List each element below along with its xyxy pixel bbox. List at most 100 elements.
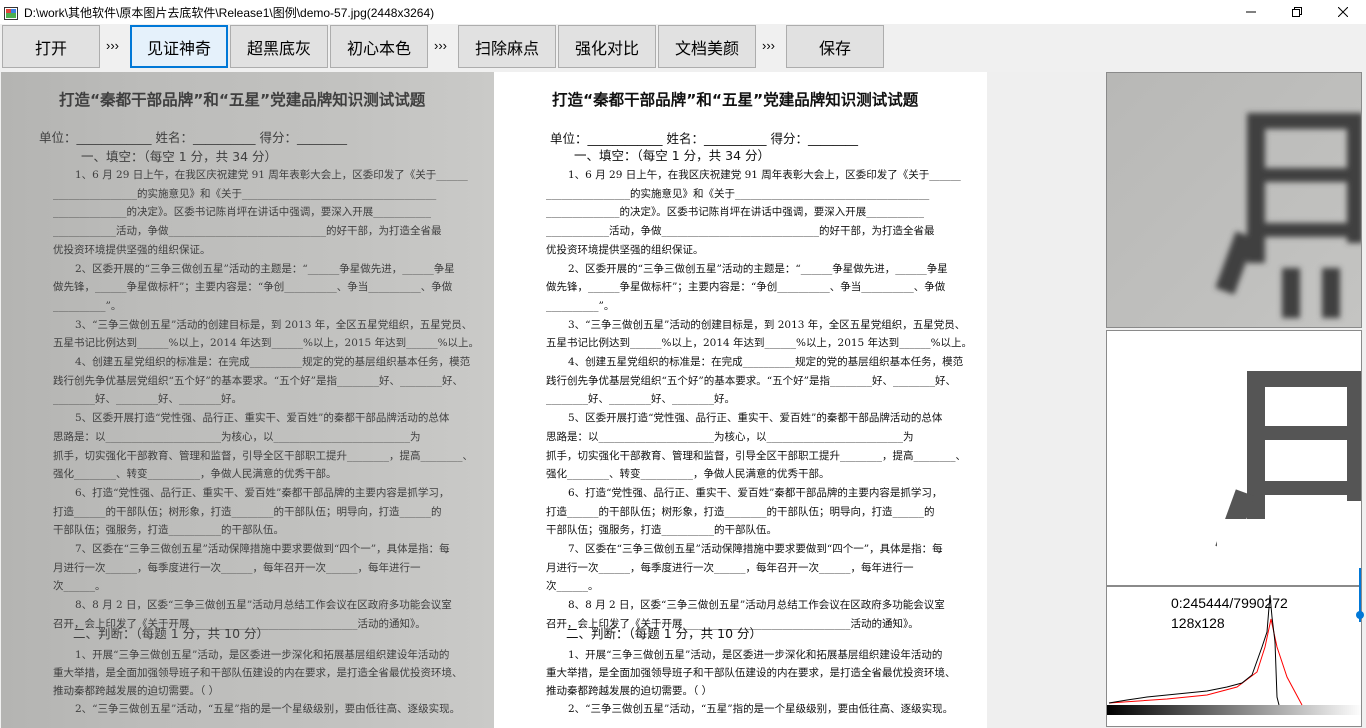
document-line: 2、“三争三做创五星”活动，“五星”指的是一个星级级别，要由低往高、逐级实现。: [75, 703, 461, 715]
document-line: 4、创建五星党组织的标准是：在完成__________规定的党的基层组织基本任务…: [568, 356, 964, 368]
section-title: 一、填空：（每空 1 分，共 34 分）: [574, 148, 771, 163]
toolbar-separator: ›››: [106, 38, 119, 53]
zoom-enhanced-image: [1107, 331, 1361, 585]
document-line: 推动秦都跨越发展的迫切需要。（ ）: [546, 685, 713, 697]
super-black-gray-button[interactable]: 超黑底灰: [230, 25, 328, 68]
document-line: 强化________、转变__________，争做人民满意的优秀干部。: [53, 468, 337, 481]
document-line: 2、区委开展的“三争三做创五星”活动的主题是：“______争星做先进，____…: [75, 262, 455, 275]
document-line: 2、“三争三做创五星”活动，“五星”指的是一个星级级别，要由低往高、逐级实现。: [568, 703, 954, 715]
document-line: 3、“三争三做创五星”活动的创建目标是，到 2013 年，全区五星党组织，五星党…: [568, 318, 966, 331]
original-color-button[interactable]: 初心本色: [330, 25, 428, 68]
zoom-original-panel: [1106, 72, 1362, 328]
document-line: ________________的实施意见》和《关于______________…: [546, 187, 930, 200]
document-line: 重大举措，是全面加强领导班子和干部队伍建设的内在要求，是打造全省最优投资环境、: [546, 667, 956, 679]
zoom-original-image: [1107, 73, 1361, 327]
witness-magic-button[interactable]: 见证神奇: [130, 25, 228, 68]
document-line: ________好、________好、________好。: [546, 393, 735, 406]
histogram-count-text: 0:245444/7990272: [1171, 595, 1288, 611]
remove-spots-button[interactable]: 扫除麻点: [458, 25, 556, 68]
document-line: 五星书记比例达到______%以上，2014 年达到______%以上，2015…: [546, 337, 973, 350]
document-line: 推动秦都跨越发展的迫切需要。（ ）: [53, 685, 220, 697]
document-line: 7、区委在“三争三做创五星”活动保障措施中要求要做到“四个一”，具体是指：每: [568, 543, 943, 555]
document-line: 重大举措，是全面加强领导班子和干部队伍建设的内在要求，是打造全省最优投资环境、: [53, 667, 463, 679]
document-line: 5、区委开展打造“党性强、品行正、重实干、爱百姓”的秦都干部品牌活动的总体: [568, 412, 943, 425]
document-line: 干部队伍；强服务，打造__________的干部队伍。: [53, 524, 284, 537]
gray-ramp: [1107, 705, 1361, 715]
document-beautify-button[interactable]: 文档美颜: [658, 25, 756, 68]
document-line: 次______。: [546, 580, 599, 593]
canvas-background: [987, 72, 1105, 728]
section-title: 二、判断：（每题 1 分，共 10 分）: [73, 626, 270, 641]
document-line: __________”。: [546, 299, 615, 312]
histogram-curve: [1108, 594, 1280, 706]
document-header: 单位：____________ 姓名：__________ 得分：_______…: [39, 130, 347, 145]
document-header: 单位：____________ 姓名：__________ 得分：_______…: [550, 131, 858, 146]
document-line: 优投资环境提供坚强的组织保证。: [53, 243, 211, 256]
save-button[interactable]: 保存: [786, 25, 884, 68]
document-line: 践行创先争优基层党组织“五个好”的基本要求。“五个好”是指________好、_…: [53, 374, 463, 387]
zoom-enhanced-panel: [1106, 330, 1362, 586]
close-icon: [1338, 7, 1348, 17]
toolbar: 打开 ››› 见证神奇 超黑底灰 初心本色 ››› 扫除麻点 强化对比 文档美颜…: [0, 24, 1366, 70]
document-line: 3、“三争三做创五星”活动的创建目标是，到 2013 年，全区五星党组织，五星党…: [75, 318, 473, 331]
document-line: ______________的决定》。区委书记陈肖坪在讲话中强调，要深入开展__…: [53, 206, 431, 219]
document-line: 月进行一次______，每季度进行一次______，每年召开一次______，每…: [546, 561, 914, 574]
minimize-icon: [1246, 11, 1256, 13]
toolbar-separator: ›››: [434, 38, 447, 53]
document-line: __________”。: [53, 299, 122, 312]
document-line: 践行创先争优基层党组织“五个好”的基本要求。“五个好”是指________好、_…: [546, 374, 956, 387]
enhanced-document-view[interactable]: 打造“秦都干部品牌”和“五星”党建品牌知识测试试题 单位：___________…: [494, 72, 987, 728]
section-title: 二、判断：（每题 1 分，共 10 分）: [566, 626, 763, 641]
document-line: ________好、________好、________好。: [53, 393, 242, 406]
document-line: 1、开展“三争三做创五星”活动，是区委进一步深化和拓展基层组织建设年活动的: [75, 649, 450, 661]
document-line: ____________活动，争做_______________________…: [53, 225, 442, 238]
document-line: 优投资环境提供坚强的组织保证。: [546, 243, 704, 256]
restore-icon: [1292, 7, 1302, 17]
window-title: D:\work\其他软件\原本图片去底软件\Release1\图例\demo-5…: [24, 6, 435, 20]
document-line: 干部队伍；强服务，打造__________的干部队伍。: [546, 524, 777, 537]
section-title: 一、填空：（每空 1 分，共 34 分）: [81, 149, 278, 164]
document-line: 打造______的干部队伍；树形象，打造________的干部队伍；明导向，打造…: [546, 505, 935, 518]
document-line: 5、区委开展打造“党性强、品行正、重实干、爱百姓”的秦都干部品牌活动的总体: [75, 412, 450, 425]
document-line: 次______。: [53, 580, 106, 593]
app-icon: [4, 5, 18, 20]
document-line: 8、8 月 2 日，区委“三争三做创五星”活动月总结工作会议在区政府多功能会议室: [568, 599, 945, 612]
document-line: 2、区委开展的“三争三做创五星”活动的主题是：“______争星做先进，____…: [568, 262, 948, 275]
document-line: 7、区委在“三争三做创五星”活动保障措施中要求要做到“四个一”，具体是指：每: [75, 543, 450, 555]
document-line: 五星书记比例达到______%以上，2014 年达到______%以上，2015…: [53, 337, 480, 350]
document-line: 4、创建五星党组织的标准是：在完成__________规定的党的基层组织基本任务…: [75, 356, 471, 368]
histogram-panel: 0:245444/7990272 128x128: [1106, 586, 1362, 727]
document-line: 6、打造“党性强、品行正、重实干、爱百姓”秦都干部品牌的主要内容是抓学习，: [568, 486, 943, 499]
document-line: ________________的实施意见》和《关于______________…: [53, 187, 437, 200]
document-line: 思路是：以______________________为核心，以________…: [53, 430, 421, 443]
histogram-fit-line: [1108, 618, 1303, 706]
enhance-contrast-button[interactable]: 强化对比: [558, 25, 656, 68]
document-line: 月进行一次______，每季度进行一次______，每年召开一次______，每…: [53, 561, 421, 574]
document-line: 抓手，切实强化干部教育、管理和监督，引导全区干部职工提升________，提高_…: [53, 449, 473, 462]
document-line: 思路是：以______________________为核心，以________…: [546, 430, 914, 443]
document-line: 做先锋，______争星做标杆”；主要内容是：“争创__________、争当_…: [53, 281, 453, 294]
document-title: 打造“秦都干部品牌”和“五星”党建品牌知识测试试题: [59, 91, 426, 109]
maximize-button[interactable]: [1274, 0, 1320, 24]
close-button[interactable]: [1320, 0, 1366, 24]
document-title: 打造“秦都干部品牌”和“五星”党建品牌知识测试试题: [552, 91, 919, 109]
title-bar: D:\work\其他软件\原本图片去底软件\Release1\图例\demo-5…: [0, 0, 1366, 24]
document-line: 抓手，切实强化干部教育、管理和监督，引导全区干部职工提升________，提高_…: [546, 449, 966, 462]
document-line: 强化________、转变__________，争做人民满意的优秀干部。: [546, 468, 830, 481]
main-area: 打造“秦都干部品牌”和“五星”党建品牌知识测试试题 单位：___________…: [0, 70, 1366, 728]
document-line: 做先锋，______争星做标杆”；主要内容是：“争创__________、争当_…: [546, 281, 946, 294]
document-line: 8、8 月 2 日，区委“三争三做创五星”活动月总结工作会议在区政府多功能会议室: [75, 599, 452, 612]
vertical-slider[interactable]: [1356, 568, 1364, 622]
document-line: ______________的决定》。区委书记陈肖坪在讲话中强调，要深入开展__…: [546, 206, 924, 219]
original-document-view[interactable]: 打造“秦都干部品牌”和“五星”党建品牌知识测试试题 单位：___________…: [1, 72, 494, 728]
document-line: 1、开展“三争三做创五星”活动，是区委进一步深化和拓展基层组织建设年活动的: [568, 649, 943, 661]
document-line: ____________活动，争做_______________________…: [546, 225, 935, 238]
document-line: 6、打造“党性强、品行正、重实干、爱百姓”秦都干部品牌的主要内容是抓学习，: [75, 486, 450, 499]
document-line: 打造______的干部队伍；树形象，打造________的干部队伍；明导向，打造…: [53, 505, 442, 518]
document-line: 1、6 月 29 日上午，在我区庆祝建党 91 周年表彰大会上，区委印发了《关于…: [568, 169, 961, 181]
histogram-size-text: 128x128: [1171, 615, 1225, 631]
minimize-button[interactable]: [1228, 0, 1274, 24]
open-button[interactable]: 打开: [2, 25, 100, 68]
toolbar-separator: ›››: [762, 38, 775, 53]
document-line: 1、6 月 29 日上午，在我区庆祝建党 91 周年表彰大会上，区委印发了《关于…: [75, 169, 468, 181]
